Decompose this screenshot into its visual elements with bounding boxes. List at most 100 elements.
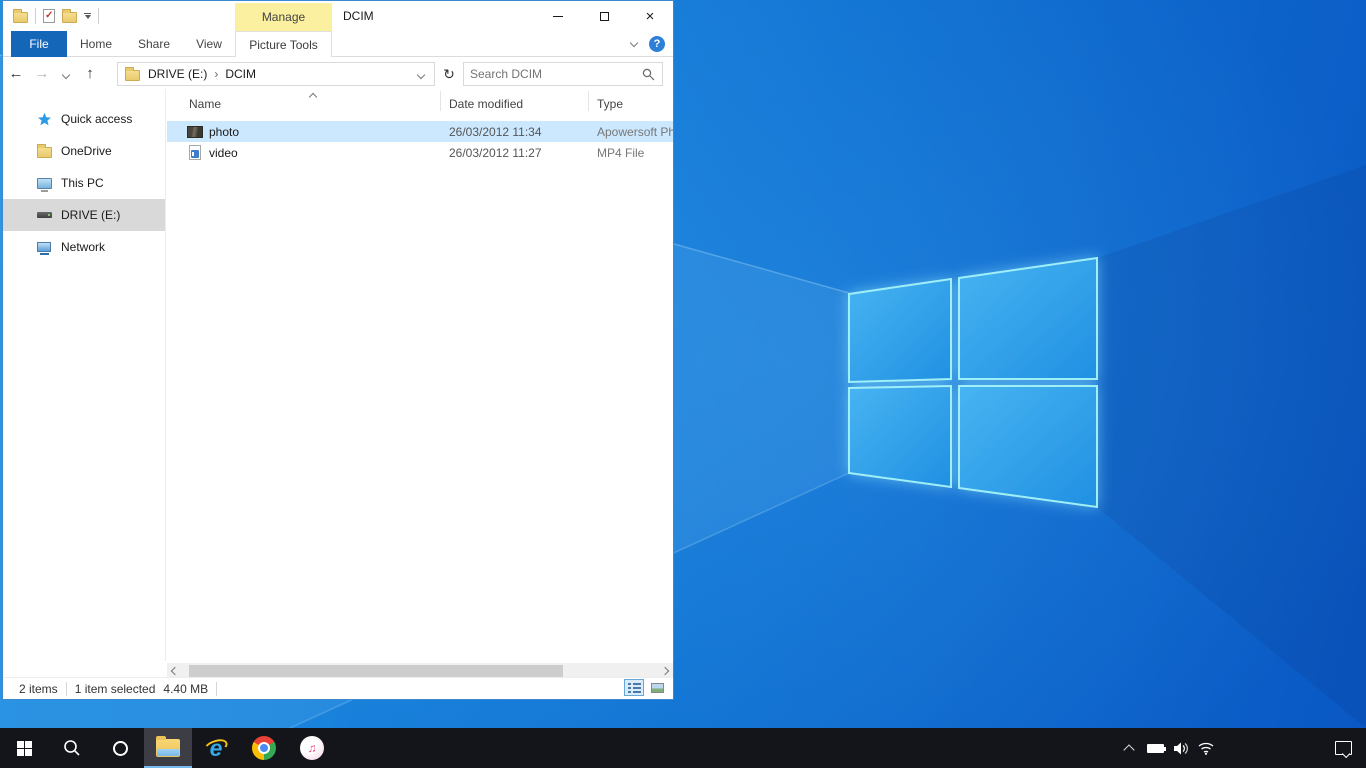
refresh-button[interactable]: ↻ [439,62,459,86]
toolbar-separator [98,8,99,24]
windows-start-icon [17,741,32,756]
sidebar-item-this-pc[interactable]: This PC [3,167,165,199]
manage-contextual-group[interactable]: Manage [235,3,332,31]
file-type: Apowersoft Pho [597,125,673,139]
sidebar-item-label: OneDrive [61,144,112,158]
navigation-pane: Quick access OneDrive This PC DRIVE (E:)… [3,89,166,661]
wifi-icon[interactable] [1194,741,1220,755]
search-box[interactable] [463,62,663,86]
address-folder-icon [125,70,140,81]
tab-file[interactable]: File [11,31,67,57]
mp4-file-icon [187,145,203,161]
column-header-date-modified[interactable]: Date modified [449,97,523,111]
file-type: MP4 File [597,146,673,160]
sort-ascending-icon [309,93,317,101]
system-tray [1116,728,1366,768]
status-separator [216,682,217,696]
properties-icon[interactable] [43,9,55,23]
folder-icon [36,143,52,159]
main-area: Quick access OneDrive This PC DRIVE (E:)… [3,89,673,661]
itunes-icon: ♫ [300,736,324,760]
tab-share[interactable]: Share [125,31,183,57]
file-row-video[interactable]: video 26/03/2012 11:27 MP4 File [167,142,673,163]
recent-locations-icon[interactable] [62,70,70,78]
file-date: 26/03/2012 11:34 [449,125,542,139]
minimize-button[interactable] [535,1,581,31]
file-explorer-icon [156,739,180,757]
taskbar-search-button[interactable] [48,728,96,768]
column-headers: Name Date modified Type [167,89,673,115]
sidebar-item-drive-e[interactable]: DRIVE (E:) [3,199,165,231]
close-button[interactable]: × [627,1,673,31]
screen: Manage DCIM × File Home Share View Pictu… [0,0,1366,768]
maximize-button[interactable] [581,1,627,31]
cortana-button[interactable] [96,728,144,768]
breadcrumb-separator: › [214,67,218,81]
drive-icon [36,207,52,223]
selection-count: 1 item selected [75,682,156,696]
explorer-window-icon [13,12,28,23]
thumbnail-view-button[interactable] [647,679,667,696]
file-date: 26/03/2012 11:27 [449,146,542,160]
cortana-icon [113,741,128,756]
item-count: 2 items [19,682,58,696]
column-header-name[interactable]: Name [189,97,221,111]
tab-view[interactable]: View [183,31,235,57]
forward-button[interactable]: → [29,65,55,82]
breadcrumb-current[interactable]: DCIM [225,67,256,81]
search-input[interactable] [464,67,642,81]
photo-thumbnail-icon [187,124,203,140]
sidebar-item-onedrive[interactable]: OneDrive [3,135,165,167]
column-separator[interactable] [440,91,441,111]
status-separator [66,682,67,696]
sidebar-item-quick-access[interactable]: Quick access [3,103,165,135]
ribbon-tab-row: File Home Share View Picture Tools ? [3,31,673,57]
taskbar: e ♫ [0,728,1366,768]
scroll-right-icon[interactable] [661,667,669,675]
scroll-left-icon[interactable] [171,667,179,675]
back-button[interactable]: ← [3,65,29,82]
search-icon [63,739,81,757]
file-name: video [209,146,238,160]
sidebar-item-network[interactable]: Network [3,231,165,263]
windows-logo-icon [849,258,1097,507]
network-icon [36,239,52,255]
internet-explorer-icon: e [204,736,228,760]
file-row-photo[interactable]: photo 26/03/2012 11:34 Apowersoft Pho [167,121,673,142]
details-view-button[interactable] [624,679,644,696]
breadcrumb-root[interactable]: DRIVE (E:) [148,67,207,81]
new-folder-icon[interactable] [62,12,77,23]
window-controls: × [535,1,673,31]
address-bar[interactable]: DRIVE (E:) › DCIM [117,62,435,86]
taskbar-chrome-button[interactable] [240,728,288,768]
status-bar: 2 items 1 item selected 4.40 MB [3,677,673,699]
scrollbar-thumb[interactable] [189,665,563,677]
up-button[interactable]: ↑ [77,65,103,82]
sidebar-item-label: Network [61,240,105,254]
battery-icon[interactable] [1142,744,1168,753]
help-icon[interactable]: ? [649,36,665,52]
expand-ribbon-icon[interactable] [630,38,638,46]
selection-size: 4.40 MB [163,682,208,696]
tab-home[interactable]: Home [67,31,125,57]
address-dropdown-icon[interactable] [417,71,425,79]
customize-toolbar-dropdown-icon[interactable] [84,13,91,19]
start-button[interactable] [0,728,48,768]
taskbar-file-explorer-button[interactable] [144,728,192,768]
search-icon[interactable] [642,68,655,81]
taskbar-itunes-button[interactable]: ♫ [288,728,336,768]
tab-picture-tools[interactable]: Picture Tools [235,31,332,57]
file-rows: photo 26/03/2012 11:34 Apowersoft Pho vi… [167,121,673,163]
action-center-icon[interactable] [1330,741,1356,755]
quick-access-toolbar [13,1,99,31]
volume-icon[interactable] [1168,741,1194,756]
title-bar[interactable]: Manage DCIM × [3,1,673,31]
star-icon [36,111,52,127]
column-separator[interactable] [588,91,589,111]
column-header-type[interactable]: Type [597,97,623,111]
file-list-pane: Name Date modified Type photo 26/03/2012… [167,89,673,661]
taskbar-internet-explorer-button[interactable]: e [192,728,240,768]
window-title: DCIM [343,1,374,31]
tray-chevron-up-icon[interactable] [1116,742,1142,754]
file-explorer-window: Manage DCIM × File Home Share View Pictu… [2,0,674,700]
